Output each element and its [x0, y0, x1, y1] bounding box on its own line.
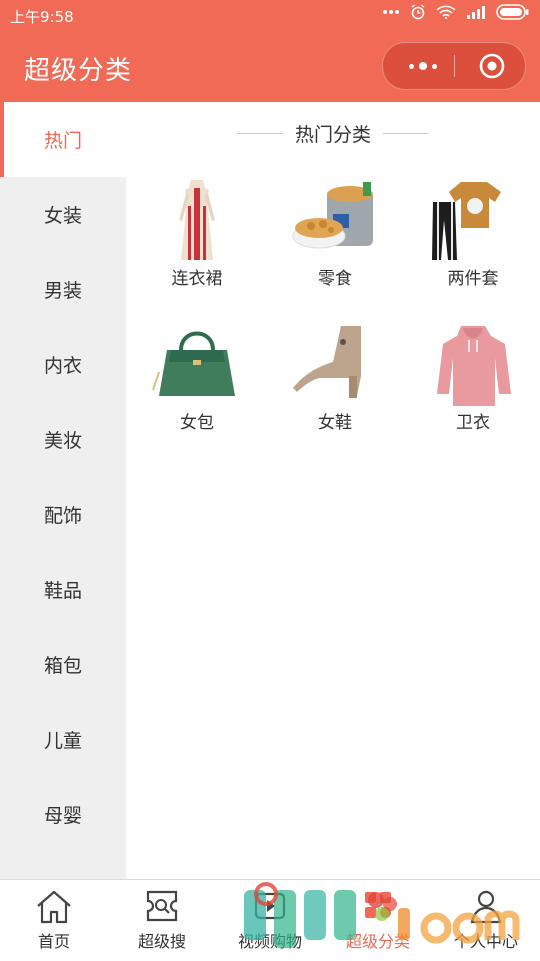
snack-image [292, 182, 373, 249]
sidebar-item-label: 母婴 [43, 805, 82, 827]
sidebar-item-underwear[interactable]: 内衣 [0, 327, 126, 402]
home-icon [37, 890, 71, 924]
divider-line [383, 132, 429, 134]
category-label: 连衣裙 [171, 269, 223, 289]
section-header: 热门分类 [126, 118, 540, 148]
status-bar: 上午9:58 [0, 0, 540, 30]
category-dress[interactable]: 连衣裙 [128, 176, 266, 296]
category-label: 卫衣 [456, 413, 490, 433]
signal-icon [467, 6, 485, 19]
page-title: 超级分类 [24, 56, 133, 86]
sidebar-item-accessories[interactable]: 配饰 [0, 477, 126, 552]
mini-program-capsule [382, 42, 526, 90]
category-snacks[interactable]: 零食 [266, 176, 404, 296]
tab-label: 视频购物 [237, 932, 302, 951]
more-dot-icon [432, 63, 437, 69]
ankle-boot-image [293, 326, 361, 398]
close-button[interactable] [473, 43, 511, 89]
tab-video-shopping[interactable]: 视频购物 [216, 880, 324, 961]
section-title: 热门分类 [294, 123, 371, 146]
dress-image [179, 180, 215, 260]
tab-super-search[interactable]: 超级搜 [108, 880, 216, 961]
sidebar-item-mens[interactable]: 男装 [0, 252, 126, 327]
battery-icon [496, 4, 529, 20]
two-piece-set-image [432, 182, 501, 260]
category-handbag[interactable]: 女包 [128, 320, 266, 440]
tab-label: 首页 [37, 932, 70, 951]
divider-line [236, 132, 283, 134]
bottom-tab-bar: 首页 超级搜 视频购物 超级分类 个人中心 [0, 879, 540, 961]
app-header: 超级分类 [0, 30, 540, 102]
hoodie-image [437, 326, 511, 406]
more-dot-icon [409, 63, 414, 69]
tab-home[interactable]: 首页 [0, 880, 108, 961]
sidebar-item-label: 内衣 [43, 355, 82, 377]
tab-label: 个人中心 [453, 932, 518, 951]
status-icons [382, 4, 530, 20]
sidebar-item-label: 美妆 [43, 430, 82, 452]
wifi-icon [436, 5, 456, 19]
more-dots-icon [383, 10, 399, 14]
tab-label: 超级分类 [345, 932, 410, 951]
tab-profile[interactable]: 个人中心 [432, 880, 540, 961]
sidebar-item-label: 儿童 [43, 730, 82, 752]
user-icon [470, 890, 502, 924]
category-hoodie[interactable]: 卫衣 [404, 320, 540, 440]
category-ankle-boot[interactable]: 女鞋 [266, 320, 404, 440]
handbag-image [152, 331, 235, 396]
sidebar-item-label: 配饰 [43, 505, 82, 527]
category-icon [365, 892, 391, 918]
category-content: 热门分类 连衣裙 零食 两件套 女包 女鞋 卫衣 [126, 102, 540, 879]
tab-label: 超级搜 [137, 932, 186, 951]
sidebar-item-label: 女装 [43, 205, 82, 227]
sidebar-item-baby[interactable]: 母婴 [0, 777, 126, 852]
sidebar-item-label: 热门 [43, 130, 82, 152]
sidebar-item-label: 箱包 [43, 655, 82, 677]
sidebar-item-makeup[interactable]: 美妆 [0, 402, 126, 477]
sidebar-item-shoes[interactable]: 鞋品 [0, 552, 126, 627]
sidebar-item-label: 鞋品 [43, 580, 82, 602]
tab-super-category[interactable]: 超级分类 [324, 880, 432, 961]
category-two-piece-set[interactable]: 两件套 [404, 176, 540, 296]
sidebar-item-label: 男装 [43, 280, 82, 302]
sidebar-item-bags[interactable]: 箱包 [0, 627, 126, 702]
alarm-icon [411, 4, 425, 20]
video-icon [254, 892, 286, 920]
status-time: 上午9:58 [10, 8, 74, 26]
sidebar-item-womens[interactable]: 女装 [0, 177, 126, 252]
category-label: 两件套 [447, 269, 499, 289]
category-label: 零食 [318, 269, 352, 289]
category-label: 女包 [180, 413, 214, 433]
category-label: 女鞋 [318, 413, 352, 433]
more-dot-icon [419, 62, 427, 70]
capsule-divider [454, 55, 455, 77]
close-circle-icon [479, 53, 505, 79]
sidebar-item-kids[interactable]: 儿童 [0, 702, 126, 777]
search-ticket-icon [146, 890, 178, 922]
sidebar-item-hot[interactable]: 热门 [0, 102, 126, 177]
more-button[interactable] [403, 43, 443, 89]
category-sidebar: 热门 女装 男装 内衣 美妆 配饰 鞋品 箱包 儿童 母婴 [0, 102, 126, 879]
